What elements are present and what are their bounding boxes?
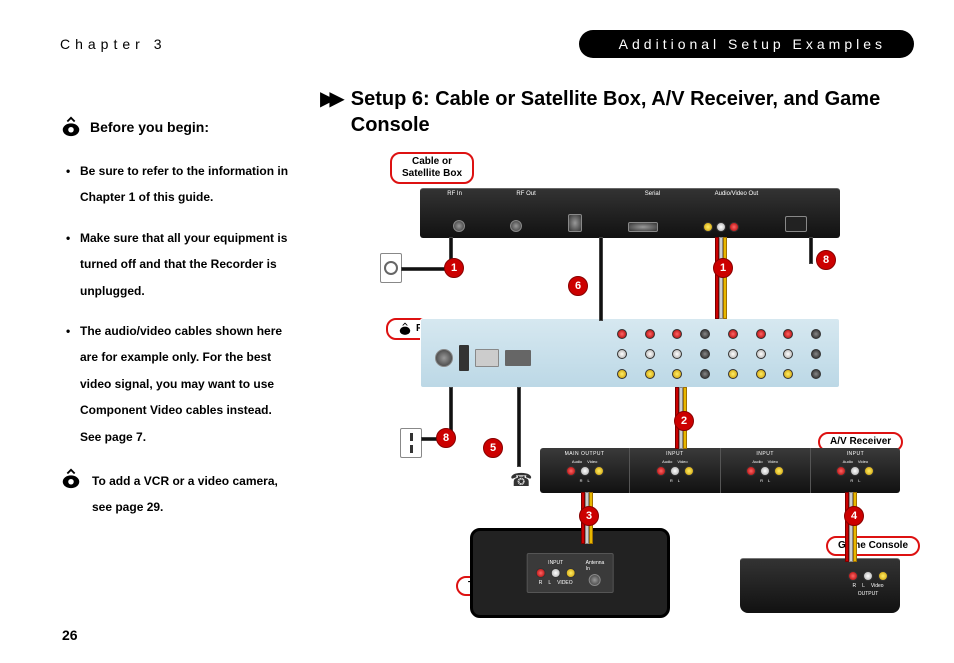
step-badge-1: 1 [444,258,464,278]
connection-diagram: Cable or Satellite Box RF In RF Out Seri… [340,158,900,618]
rf-jack [435,349,453,367]
step-badge-4: 4 [844,506,864,526]
tivo-icon [60,116,82,138]
step-badge-8: 8 [436,428,456,448]
before-begin-text: Before you begin: [90,119,209,135]
step-badge-6: 6 [568,276,588,296]
av-section-title: INPUT [847,451,865,457]
antenna-jack [589,574,601,586]
rca-video-jack [703,222,713,232]
av-section-title: MAIN OUTPUT [565,451,605,457]
wall-coax-outlet [380,253,402,283]
device-satellite-box: RF In RF Out Serial Audio/Video Out [420,188,840,238]
bullet-item: Make sure that all your equipment is tur… [60,225,290,304]
av-section-title: INPUT [666,451,684,457]
rca-audio-l-jack [716,222,726,232]
port-label: RF Out [516,191,535,197]
av-section-title: INPUT [756,451,774,457]
hdmi-port [505,350,531,366]
tivo-icon [398,322,412,336]
tv-antenna-label: Antenna In [586,560,605,572]
device-av-receiver: MAIN OUTPUT AudioVideo RL INPUT AudioVid… [540,448,900,493]
tv-input-label: INPUT [548,560,563,566]
tivo-icon [60,468,82,490]
device-television: INPUT R L VIDEO Antenna In [470,528,670,618]
port-label: RF In [447,191,462,197]
vcr-note: To add a VCR or a video camera, see page… [60,468,290,521]
chapter-label: Chapter 3 [60,36,166,52]
rf-jack [510,220,522,232]
label-game-console: Game Console [826,536,920,556]
bullet-item: The audio/video cables shown here are fo… [60,318,290,450]
bullet-item: Be sure to refer to the information in C… [60,158,290,211]
vcr-note-text: To add a VCR or a video camera, see page… [92,468,290,521]
phone-icon: ☎ [510,470,532,491]
section-title-badge: Additional Setup Examples [579,30,914,58]
rca-audio-r-jack [729,222,739,232]
device-recorder [420,318,840,388]
port-label: Audio/Video Out [715,191,759,197]
page-header: Chapter 3 Additional Setup Examples [60,30,914,58]
page-number: 26 [62,627,78,643]
step-badge-5: 5 [483,438,503,458]
power-jack [459,345,469,371]
device-game-console: R L Video OUTPUT [740,558,900,613]
rf-jack [453,220,465,232]
usb-port [475,349,499,367]
step-badge-8b: 8 [816,250,836,270]
before-begin-heading: Before you begin: [60,116,290,138]
step-badge-2: 2 [674,411,694,431]
step-badge-3: 3 [579,506,599,526]
before-you-begin-sidebar: Before you begin: Be sure to refer to th… [60,86,290,618]
main-content: ▶▶ Setup 6: Cable or Satellite Box, A/V … [320,86,914,618]
setup-title: Setup 6: Cable or Satellite Box, A/V Rec… [351,86,914,138]
serial-port [628,222,658,232]
phone-jack [568,214,582,232]
wall-power-outlet [400,428,422,458]
port-label: Serial [645,191,660,197]
label-satellite-box: Cable or Satellite Box [390,152,474,184]
before-begin-bullets: Be sure to refer to the information in C… [60,158,290,450]
power-socket [785,216,807,232]
fast-forward-icon: ▶▶ [320,89,339,109]
step-badge-1b: 1 [713,258,733,278]
